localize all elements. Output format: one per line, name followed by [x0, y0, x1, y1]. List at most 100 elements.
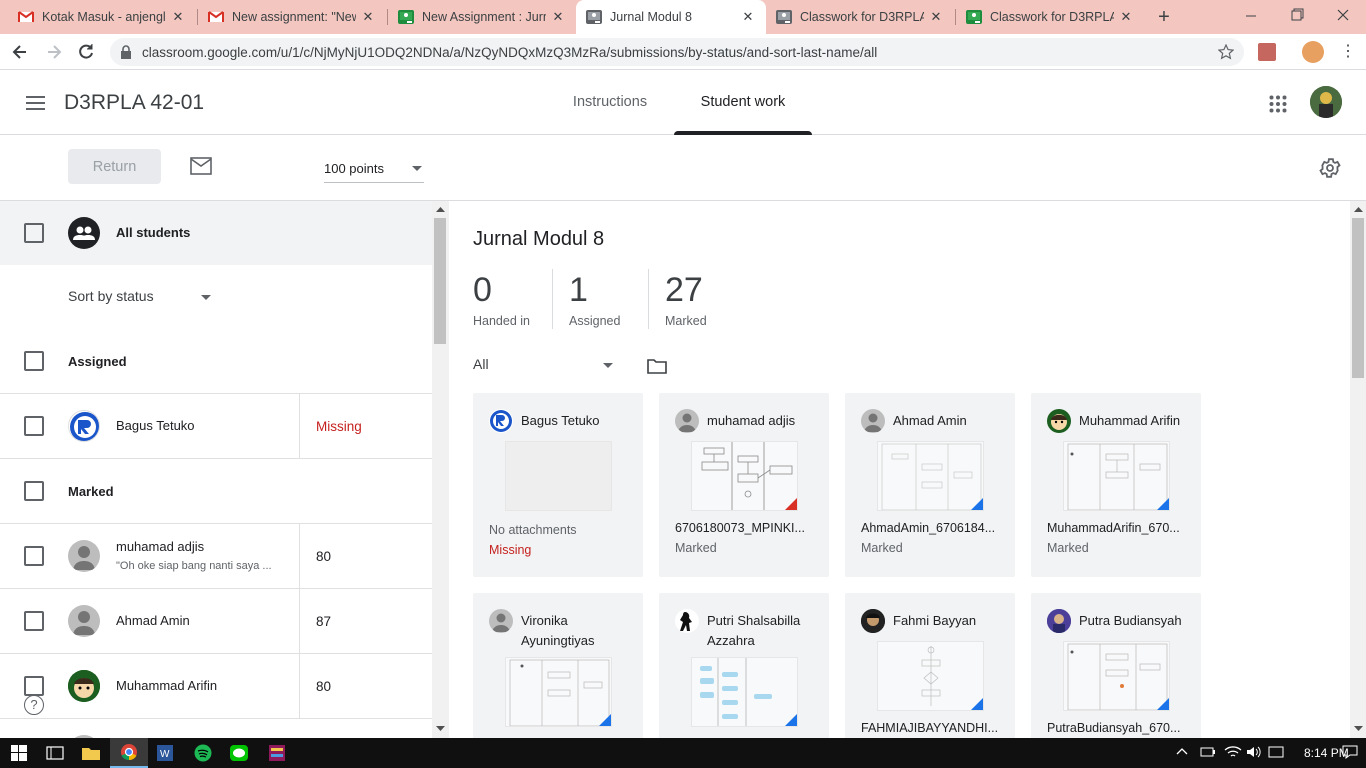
reload-icon[interactable] [76, 42, 96, 62]
browser-tab-classwork-1[interactable]: Classwork for D3RPLA- ✕ [766, 0, 954, 34]
all-students-checkbox[interactable] [24, 223, 44, 243]
browser-tab-gmail-inbox[interactable]: Kotak Masuk - anjengla ✕ [8, 0, 196, 34]
pdf-extension-icon[interactable] [1258, 43, 1276, 61]
empty-thumbnail [505, 441, 612, 511]
hamburger-menu-icon[interactable] [26, 95, 46, 111]
points-dropdown[interactable]: 100 points [324, 161, 424, 183]
assigned-group-checkbox[interactable] [24, 351, 44, 371]
file-thumbnail [1063, 641, 1170, 711]
minimize-button[interactable] [1236, 0, 1266, 34]
scroll-down-arrow-icon[interactable] [436, 726, 445, 731]
scroll-down-arrow-icon[interactable] [1354, 726, 1363, 731]
submission-card[interactable]: Fahmi Bayyan FAHMIAJIBAYYANDHI... [845, 593, 1015, 738]
help-icon[interactable]: ? [24, 695, 44, 715]
student-checkbox[interactable] [24, 676, 44, 696]
student-grade[interactable]: Missing [299, 394, 362, 458]
student-checkbox[interactable] [24, 416, 44, 436]
restore-button[interactable] [1282, 0, 1312, 34]
browser-tab-bar: Kotak Masuk - anjengla ✕ New assignment:… [0, 0, 1366, 34]
battery-icon[interactable] [1200, 745, 1216, 759]
avatar [675, 609, 699, 633]
student-grade[interactable]: 80 [299, 524, 331, 588]
address-bar[interactable]: classroom.google.com/u/1/c/NjMyNjU1ODQ2N… [110, 38, 1244, 66]
close-window-button[interactable] [1328, 0, 1358, 34]
browser-tab-new-assignment-mail[interactable]: New assignment: "New ✕ [198, 0, 386, 34]
browser-tab-jurnal-modul-8[interactable]: Jurnal Modul 8 ✕ [576, 0, 766, 34]
left-scrollbar[interactable] [432, 201, 449, 738]
close-icon[interactable]: ✕ [360, 9, 376, 25]
card-student-name: Putri Shalsabilla Azzahra [707, 613, 801, 648]
back-arrow-icon[interactable] [10, 42, 30, 62]
avatar [489, 609, 513, 633]
line-taskbar-icon[interactable] [220, 738, 258, 768]
submission-card[interactable]: Putra Budiansyah PutraBudiansyah_670... [1031, 593, 1201, 738]
stat-assigned-label: Assigned [569, 314, 621, 328]
all-students-row[interactable]: All students [0, 201, 432, 265]
apps-grid-icon[interactable] [1269, 95, 1287, 113]
submission-card[interactable]: muhamad adjis 6706180073_MPINKI... Marke… [659, 393, 829, 577]
windows-taskbar: W 8:14 PM [0, 738, 1366, 768]
windows-start-icon[interactable] [0, 738, 38, 768]
student-checkbox[interactable] [24, 611, 44, 631]
submission-card[interactable]: Muhammad Arifin MuhammadArifin_670... Ma… [1031, 393, 1201, 577]
folder-icon[interactable] [647, 357, 667, 374]
browser-tab-new-assignment[interactable]: New Assignment : Jurna ✕ [388, 0, 576, 34]
right-scrollbar[interactable] [1350, 201, 1366, 738]
close-icon[interactable]: ✕ [1118, 9, 1134, 25]
tab-student-work[interactable]: Student work [674, 70, 812, 135]
close-icon[interactable]: ✕ [740, 9, 756, 25]
sort-dropdown[interactable]: Sort by status [68, 288, 218, 310]
student-checkbox[interactable] [24, 546, 44, 566]
submission-card[interactable]: Bagus Tetuko No attachments Missing [473, 393, 643, 577]
class-title[interactable]: D3RPLA 42-01 [64, 91, 204, 115]
new-tab-button[interactable]: + [1153, 6, 1175, 28]
close-icon[interactable]: ✕ [928, 9, 944, 25]
lock-icon[interactable] [120, 45, 132, 59]
browser-tab-classwork-2[interactable]: Classwork for D3RPLA- ✕ [956, 0, 1144, 34]
chrome-menu-icon[interactable]: ⋮ [1340, 42, 1356, 62]
url-text: classroom.google.com/u/1/c/NjMyNjU1ODQ2N… [142, 45, 878, 60]
student-grade[interactable]: 80 [299, 654, 331, 718]
student-row[interactable]: Ahmad Amin 87 [0, 589, 432, 654]
tab-instructions[interactable]: Instructions [560, 70, 660, 135]
student-row[interactable]: muhamad adjis "Oh oke siap bang nanti sa… [0, 524, 432, 589]
email-icon[interactable] [190, 157, 212, 175]
student-name: Bagus Tetuko [116, 418, 195, 433]
user-avatar[interactable] [1310, 86, 1342, 118]
student-grade[interactable]: 87 [299, 589, 331, 653]
volume-icon[interactable] [1246, 745, 1262, 759]
avatar [1047, 409, 1071, 433]
wifi-icon[interactable] [1224, 745, 1242, 759]
right-scrollbar-thumb[interactable] [1352, 218, 1364, 378]
profile-avatar[interactable] [1302, 41, 1324, 63]
card-student-name: muhamad adjis [707, 413, 796, 428]
task-view-icon[interactable] [36, 738, 74, 768]
settings-gear-icon[interactable] [1318, 156, 1342, 180]
return-button[interactable]: Return [68, 149, 161, 184]
word-taskbar-icon[interactable]: W [146, 738, 184, 768]
ime-indicator-icon[interactable] [1268, 745, 1284, 759]
student-row[interactable]: Bagus Tetuko Missing [0, 394, 432, 459]
student-name: Muhammad Arifin [116, 678, 218, 693]
close-icon[interactable]: ✕ [550, 9, 566, 25]
close-icon[interactable]: ✕ [170, 9, 186, 25]
winrar-taskbar-icon[interactable] [258, 738, 296, 768]
chrome-taskbar-icon[interactable] [110, 738, 148, 768]
notifications-icon[interactable] [1342, 745, 1358, 759]
scroll-up-arrow-icon[interactable] [436, 207, 445, 212]
bookmark-star-icon[interactable] [1218, 44, 1234, 60]
submission-card[interactable]: Vironika Ayuningtiyas [473, 593, 643, 738]
scroll-up-arrow-icon[interactable] [1354, 207, 1363, 212]
spotify-taskbar-icon[interactable] [184, 738, 222, 768]
student-row[interactable] [0, 719, 432, 738]
submission-card[interactable]: Ahmad Amin AhmadAmin_6706184... Marked [845, 393, 1015, 577]
marked-group-checkbox[interactable] [24, 481, 44, 501]
student-row[interactable]: Muhammad Arifin 80 [0, 654, 432, 719]
file-explorer-icon[interactable] [72, 738, 110, 768]
card-status: Marked [1047, 541, 1089, 555]
left-scrollbar-thumb[interactable] [434, 218, 446, 344]
submission-card[interactable]: Putri Shalsabilla Azzahra [659, 593, 829, 738]
tray-chevron-icon[interactable] [1176, 744, 1188, 758]
forward-arrow-icon[interactable] [44, 42, 64, 62]
filter-dropdown[interactable]: All [473, 356, 615, 376]
